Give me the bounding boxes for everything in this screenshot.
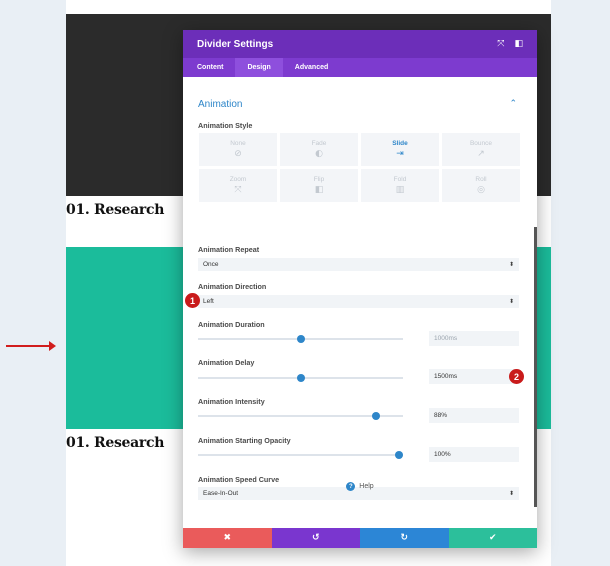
none-icon: ⊘ — [234, 149, 242, 159]
cancel-button[interactable]: ✖ — [183, 528, 272, 548]
redo-button[interactable]: ↻ — [360, 528, 449, 548]
check-icon: ✔ — [488, 533, 497, 543]
zoom-icon: ⤧ — [234, 185, 242, 195]
animation-style-label: Slide — [392, 140, 408, 147]
animation-repeat-select[interactable]: Once ⬍ — [198, 258, 519, 271]
animation-duration-input[interactable]: 1000ms — [429, 331, 519, 346]
animation-style-slide[interactable]: Slide ⇥ — [361, 133, 439, 166]
undo-icon: ↺ — [311, 533, 320, 543]
slider-handle[interactable] — [296, 335, 305, 343]
tab-design[interactable]: Design — [235, 58, 283, 77]
scrollbar[interactable] — [534, 227, 537, 507]
help-link[interactable]: ? Help — [183, 482, 537, 491]
animation-opacity-slider[interactable] — [198, 451, 403, 459]
tab-content[interactable]: Content — [185, 58, 235, 77]
animation-style-fade[interactable]: Fade ◐ — [280, 133, 358, 166]
animation-delay-label: Animation Delay — [198, 358, 255, 367]
flip-icon: ◧ — [314, 185, 324, 195]
animation-style-flip[interactable]: Flip ◧ — [280, 169, 358, 202]
animation-duration-label: Animation Duration — [198, 320, 265, 329]
bounce-icon: ↗ — [477, 149, 485, 159]
section-heading-2: 01. Research — [66, 435, 165, 451]
animation-speed-curve-value: Ease-In-Out — [203, 490, 239, 497]
modal-footer: ✖ ↺ ↻ ✔ — [183, 528, 537, 548]
animation-opacity-input[interactable]: 100% — [429, 447, 519, 462]
fold-icon: ▥ — [395, 185, 405, 195]
animation-style-label: Roll — [475, 176, 487, 183]
animation-repeat-label: Animation Repeat — [198, 245, 260, 254]
expand-icon[interactable]: ⤧ — [497, 39, 504, 49]
animation-style-label: None — [230, 140, 246, 147]
fade-icon: ◐ — [315, 149, 323, 159]
animation-style-bounce[interactable]: Bounce ↗ — [442, 133, 520, 166]
section-heading-1: 01. Research — [66, 202, 165, 218]
animation-style-zoom[interactable]: Zoom ⤧ — [199, 169, 277, 202]
slide-icon: ⇥ — [396, 149, 404, 159]
animation-intensity-slider[interactable] — [198, 412, 403, 420]
animation-delay-slider[interactable] — [198, 374, 403, 382]
sidebar-icon[interactable]: ◧ — [514, 39, 523, 49]
pointer-arrow — [6, 341, 56, 351]
slider-handle[interactable] — [394, 451, 403, 459]
undo-button[interactable]: ↺ — [271, 528, 360, 548]
callout-badge-1: 1 — [185, 293, 200, 308]
animation-style-label: Zoom — [229, 176, 247, 183]
animation-direction-select[interactable]: Left ⬍ — [198, 295, 519, 308]
modal-title: Divider Settings — [197, 38, 274, 50]
modal-body: Animation ⌃ Animation Style None ⊘ Fade ◐ Sl… — [183, 77, 537, 516]
animation-intensity-label: Animation Intensity — [198, 397, 265, 406]
animation-duration-slider[interactable] — [198, 335, 403, 343]
chevron-up-icon[interactable]: ⌃ — [509, 99, 517, 109]
animation-style-roll[interactable]: Roll ◎ — [442, 169, 520, 202]
slider-handle[interactable] — [372, 412, 381, 420]
animation-intensity-input[interactable]: 88% — [429, 408, 519, 423]
redo-icon: ↻ — [400, 533, 409, 543]
roll-icon: ◎ — [477, 185, 485, 195]
select-caret-icon: ⬍ — [508, 261, 514, 268]
animation-style-label: Fold — [393, 176, 407, 183]
section-title-animation[interactable]: Animation — [198, 99, 242, 110]
animation-direction-value: Left — [203, 298, 214, 305]
animation-style-label: Flip — [313, 176, 325, 183]
tab-advanced[interactable]: Advanced — [283, 58, 340, 77]
animation-style-label: Fade — [311, 140, 327, 147]
question-icon: ? — [346, 482, 356, 491]
callout-badge-2: 2 — [509, 369, 524, 384]
animation-style-label: Bounce — [469, 140, 493, 147]
save-button[interactable]: ✔ — [448, 528, 537, 548]
close-icon: ✖ — [223, 533, 232, 543]
animation-delay-input[interactable]: 1500ms — [429, 369, 519, 384]
animation-style-grid: None ⊘ Fade ◐ Slide ⇥ Bounce ↗ Zoom ⤧ Flip ◧ Fold ▥ Ro… — [199, 133, 520, 202]
animation-direction-label: Animation Direction — [198, 282, 267, 291]
animation-repeat-value: Once — [203, 261, 219, 268]
animation-style-fold[interactable]: Fold ▥ — [361, 169, 439, 202]
animation-style-label: Animation Style — [198, 121, 253, 130]
select-caret-icon: ⬍ — [508, 490, 514, 497]
animation-style-none[interactable]: None ⊘ — [199, 133, 277, 166]
animation-opacity-label: Animation Starting Opacity — [198, 436, 291, 445]
help-label: Help — [359, 483, 374, 490]
header-icons: ⤧ ◧ — [497, 39, 523, 49]
modal-tabs: Content Design Advanced — [183, 58, 537, 77]
modal-header: Divider Settings ⤧ ◧ — [183, 30, 537, 58]
divider-settings-modal: Divider Settings ⤧ ◧ Content Design Adva… — [183, 30, 537, 548]
slider-handle[interactable] — [296, 374, 305, 382]
select-caret-icon: ⬍ — [508, 298, 514, 305]
